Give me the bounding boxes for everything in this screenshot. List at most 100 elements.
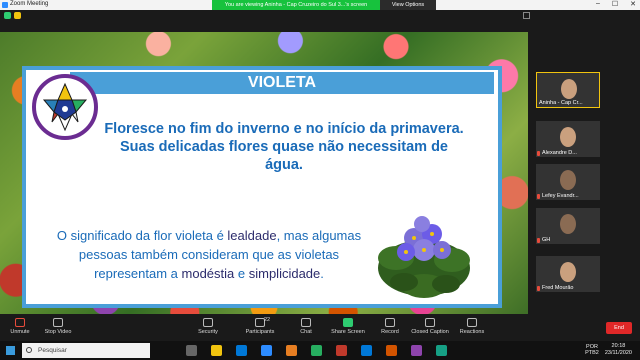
powerpoint-icon[interactable]: [386, 345, 397, 356]
highlight-lealdade: lealdade: [227, 228, 277, 243]
slide-title: VIOLETA: [247, 74, 317, 91]
participant-video: [560, 262, 576, 282]
end-meeting-button[interactable]: End: [606, 322, 632, 334]
security-button[interactable]: Security: [188, 318, 228, 335]
stop-video-button[interactable]: Stop Video: [38, 318, 78, 335]
unmute-button[interactable]: Unmute: [0, 318, 40, 335]
edge-icon[interactable]: [236, 345, 247, 356]
participant-gallery: Aninha - Cap Cr... Alexandre D... Lefey …: [536, 72, 600, 304]
app-icon[interactable]: [436, 345, 447, 356]
record-label: Record: [381, 329, 399, 335]
microphone-muted-icon: [15, 318, 25, 327]
slide-card: VIOLETA Floresce no fim do inverno e no …: [22, 66, 502, 308]
windows-taskbar: Pesquisar POR PTB2 20:18 23/11/2020: [0, 341, 640, 360]
smiley-icon: [467, 318, 477, 327]
participant-name: Lefey Evandr...: [542, 193, 579, 199]
body-part: .: [320, 266, 324, 281]
shared-screen: VIOLETA Floresce no fim do inverno e no …: [0, 32, 528, 324]
participant-name: Fred Mourão: [542, 285, 574, 291]
slide-lead-text: Floresce no fim do inverno e no início d…: [104, 121, 464, 173]
system-tray: POR PTB2 20:18 23/11/2020: [585, 343, 632, 357]
share-screen-icon: [343, 318, 353, 327]
window-title: Zoom Meeting: [10, 1, 49, 7]
security-label: Security: [198, 329, 218, 335]
body-part: e: [234, 266, 249, 281]
taskbar-search[interactable]: Pesquisar: [22, 343, 150, 358]
viewing-banner: You are viewing Aninha - Cap Cruzeiro do…: [212, 0, 380, 10]
eastern-star-emblem-icon: [32, 74, 98, 140]
cc-icon: [425, 318, 435, 327]
participant-tile[interactable]: GH: [536, 208, 600, 244]
app-icon[interactable]: [411, 345, 422, 356]
share-screen-label: Share Screen: [331, 329, 365, 335]
reactions-button[interactable]: Reactions: [452, 318, 492, 335]
view-options-button[interactable]: View Options: [380, 0, 436, 10]
record-button[interactable]: Record: [370, 318, 410, 335]
meeting-area: VIOLETA Floresce no fim do inverno e no …: [0, 10, 640, 324]
closed-caption-button[interactable]: Closed Caption: [410, 318, 450, 335]
participant-video: [560, 127, 576, 147]
participant-tile[interactable]: Fred Mourão: [536, 256, 600, 292]
participant-count-badge: 22: [264, 317, 271, 323]
participant-video: [560, 214, 576, 234]
clock-time: 20:18: [611, 343, 626, 349]
participant-tile[interactable]: Lefey Evandr...: [536, 164, 600, 200]
body-part: O significado da flor violeta é: [56, 228, 228, 243]
shield-icon: [203, 318, 213, 327]
closed-caption-label: Closed Caption: [411, 329, 449, 335]
muted-mic-icon: [537, 151, 540, 156]
video-camera-icon: [53, 318, 63, 327]
highlight-simplicidade: simplicidade: [248, 266, 321, 281]
encryption-shield-icon[interactable]: [4, 12, 11, 19]
chrome-icon[interactable]: [311, 345, 322, 356]
zoom-logo-icon: [2, 2, 8, 8]
search-icon: [26, 347, 32, 353]
slide-title-bar: VIOLETA: [70, 72, 494, 94]
zoom-app-icon[interactable]: [261, 345, 272, 356]
share-screen-button[interactable]: Share Screen: [328, 318, 368, 335]
windows-start-icon[interactable]: [6, 346, 15, 355]
stop-video-label: Stop Video: [44, 329, 72, 335]
participant-tile[interactable]: Alexandre D...: [536, 121, 600, 157]
unmute-label: Unmute: [10, 329, 30, 335]
slide-card-inner: VIOLETA Floresce no fim do inverno e no …: [26, 70, 498, 304]
window-controls: – ☐ ✕: [596, 0, 636, 8]
task-view-icon[interactable]: [186, 345, 197, 356]
keyboard-layout: PTB2: [585, 350, 599, 356]
window-titlebar: Zoom Meeting You are viewing Aninha - Ca…: [0, 0, 640, 10]
muted-mic-icon: [537, 286, 540, 291]
language-indicator[interactable]: POR PTB2: [585, 344, 599, 356]
participant-video: [561, 79, 577, 99]
chat-label: Chat: [300, 329, 312, 335]
minimize-button[interactable]: –: [596, 0, 600, 8]
african-violet-image: [378, 216, 470, 298]
muted-mic-icon: [537, 238, 540, 243]
meeting-toolbar: Unmute Stop Video Security Participants …: [0, 314, 640, 341]
highlight-modestia: modéstia: [181, 266, 235, 281]
participants-button[interactable]: Participants: [240, 318, 280, 335]
participants-label: Participants: [245, 329, 275, 335]
participant-tile[interactable]: Aninha - Cap Cr...: [536, 72, 600, 108]
maximize-button[interactable]: ☐: [612, 0, 618, 8]
taskbar-apps: [186, 345, 447, 356]
search-placeholder: Pesquisar: [38, 347, 67, 354]
taskbar-clock[interactable]: 20:18 23/11/2020: [605, 343, 632, 357]
mail-icon[interactable]: [361, 345, 372, 356]
firefox-icon[interactable]: [286, 345, 297, 356]
record-icon: [385, 318, 395, 327]
participant-name: Aninha - Cap Cr...: [539, 100, 583, 106]
chat-bubble-icon: [301, 318, 311, 327]
reactions-label: Reactions: [459, 329, 485, 335]
opera-icon[interactable]: [336, 345, 347, 356]
muted-mic-icon: [537, 194, 540, 199]
close-button[interactable]: ✕: [630, 0, 636, 8]
meeting-info-icons: [4, 12, 21, 19]
participant-name: GH: [542, 237, 551, 243]
clock-date: 23/11/2020: [604, 350, 632, 356]
chat-button[interactable]: Chat: [286, 318, 326, 335]
file-explorer-icon[interactable]: [211, 345, 222, 356]
participant-video: [560, 170, 576, 190]
fullscreen-icon[interactable]: [523, 12, 530, 19]
meeting-info-icon[interactable]: [14, 12, 21, 19]
slide-body-text: O significado da flor violeta é lealdade…: [44, 226, 374, 283]
